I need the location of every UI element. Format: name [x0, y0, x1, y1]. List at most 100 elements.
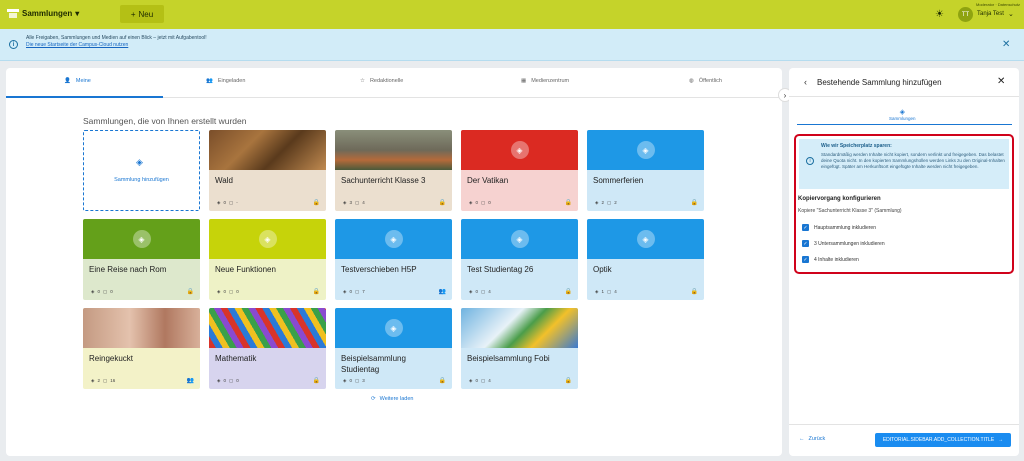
collection-image — [461, 308, 578, 348]
tab-label: Redaktionelle — [369, 78, 404, 84]
file-icon: ▢ — [480, 200, 486, 205]
card-count: - — [236, 200, 238, 205]
tab-label: Meine — [75, 78, 91, 84]
app-menu-dropdown[interactable]: Sammlungen ▾ — [22, 9, 79, 18]
storage-notice: i Wie wir Speicherplatz sparen: Standard… — [799, 139, 1009, 189]
card-title: Test Studientag 26 — [467, 265, 534, 274]
chevron-left-icon[interactable]: ‹ — [804, 77, 807, 87]
star-icon: ☆ — [360, 78, 365, 84]
user-name[interactable]: Tanja Test — [977, 11, 1004, 17]
card-count: 0 — [236, 289, 239, 294]
refresh-icon: ⟳ — [371, 396, 376, 402]
card-meta: ◈ 1 ▢ 4 — [595, 289, 617, 295]
tab-redaktionelle[interactable]: ☆ Redaktionelle — [360, 78, 403, 84]
banner-link[interactable]: Die neue Startseite der Campus-Cloud nut… — [26, 42, 128, 48]
layers-icon: ◈ — [469, 378, 473, 383]
tab-medienzentrum[interactable]: ▦ Medienzentrum — [521, 78, 569, 84]
file-icon: ▢ — [102, 289, 108, 294]
layers-icon: ◈ — [136, 157, 143, 167]
collection-card-sommerferien[interactable]: ◈ Sommerferien ◈ 2 ▢ 2 🔒 — [587, 130, 704, 211]
lock-icon: 🔒 — [312, 378, 320, 384]
close-icon[interactable]: ✕ — [997, 76, 1005, 87]
tab-label: Sammlungen — [889, 116, 916, 121]
file-icon: ▢ — [354, 200, 360, 205]
card-count: 0 — [349, 289, 352, 294]
card-count: 0 — [349, 378, 352, 383]
lock-icon: 🔒 — [312, 200, 320, 206]
new-button-label: Neu — [138, 9, 154, 19]
card-meta: ◈ 0 ▢ 3 — [343, 378, 365, 384]
divider — [789, 424, 1019, 425]
file-icon: ▢ — [228, 378, 234, 383]
collection-color-header: ◈ — [587, 130, 704, 170]
arrow-left-icon: ← — [799, 436, 805, 442]
section-title: Sammlungen, die von Ihnen erstellt wurde… — [83, 116, 247, 126]
lock-icon: 🔒 — [438, 378, 446, 384]
card-title: Sommerferien — [593, 176, 644, 185]
collection-card-beispiel-fobi[interactable]: Beispielsammlung Fobi ◈ 0 ▢ 4 🔒 — [461, 308, 578, 389]
file-icon: ▢ — [228, 289, 234, 294]
layers-icon: ◈ — [595, 200, 599, 205]
collection-card-vatikan[interactable]: ◈ Der Vatikan ◈ 0 ▢ 0 🔒 — [461, 130, 578, 211]
card-count: 0 — [475, 200, 478, 205]
layers-icon: ◈ — [91, 289, 95, 294]
layers-icon: ◈ — [258, 230, 277, 248]
card-count: 7 — [362, 289, 365, 294]
back-label: Zurück — [808, 436, 826, 442]
lock-icon: 🔒 — [690, 200, 698, 206]
card-count: 1 — [601, 289, 604, 294]
add-collection-button[interactable]: EDITORIAL.SIDEBAR.ADD_COLLECTION.TITLE → — [875, 433, 1011, 447]
add-collection-label: Sammlung hinzufügen — [114, 177, 169, 183]
load-more-label: Weitere laden — [379, 396, 414, 402]
collection-color-header: ◈ — [335, 219, 452, 259]
user-menu-chevron-icon[interactable]: ⌄ — [1008, 10, 1014, 18]
avatar[interactable]: TT — [958, 7, 973, 22]
layers-icon: ◈ — [217, 378, 221, 383]
checkbox-inhalte[interactable]: ✓ 4 Inhalte inkludieren — [802, 256, 859, 263]
load-more-button[interactable]: ⟳ Weitere laden — [371, 396, 413, 402]
card-count: 4 — [614, 289, 617, 294]
plus-icon: + — [130, 9, 136, 19]
layers-icon: ◈ — [469, 289, 473, 294]
card-count: 4 — [488, 378, 491, 383]
tab-oeffentlich[interactable]: ◍ Öffentlich — [689, 78, 722, 84]
collection-card-mathematik[interactable]: Mathematik ◈ 0 ▢ 0 🔒 — [209, 308, 326, 389]
people-icon: 👥 — [206, 78, 213, 84]
collection-card-beispiel-studientag[interactable]: ◈ Beispielsammlung Studientag ◈ 0 ▢ 3 🔒 — [335, 308, 452, 389]
theme-toggle-icon[interactable]: ☀ — [935, 9, 946, 20]
card-meta: ◈ 2 ▢ 2 — [595, 200, 617, 206]
collection-card-wald[interactable]: Wald ◈ 0 ▢ - 🔒 — [209, 130, 326, 211]
card-count: 0 — [97, 289, 100, 294]
tab-eingeladen[interactable]: 👥 Eingeladen — [206, 78, 245, 84]
checkmark-icon: ✓ — [802, 256, 809, 263]
arrow-right-icon: → — [998, 437, 1004, 443]
card-meta: ◈ 0 ▢ 0 — [91, 289, 113, 295]
collection-card-rom[interactable]: ◈ Eine Reise nach Rom ◈ 0 ▢ 0 🔒 — [83, 219, 200, 300]
checkbox-hauptsammlung[interactable]: ✓ Hauptsammlung inkludieren — [802, 224, 876, 231]
card-count: 0 — [223, 378, 226, 383]
lock-icon: 🔒 — [186, 289, 194, 295]
new-button[interactable]: + Neu — [120, 5, 164, 23]
checkbox-untersammlungen[interactable]: ✓ 3 Untersammlungen inkludieren — [802, 240, 885, 247]
file-icon: ▢ — [228, 200, 234, 205]
collection-card-reingekuckt[interactable]: Reingekuckt ◈ 2 ▢ 16 👥 — [83, 308, 200, 389]
tab-meine[interactable]: 👤 Meine — [64, 78, 91, 84]
collection-card-sachunterricht[interactable]: Sachunterricht Klasse 3 ◈ 3 ▢ 4 🔒 — [335, 130, 452, 211]
card-title: Optik — [593, 265, 612, 274]
collection-color-header: ◈ — [83, 219, 200, 259]
close-icon[interactable]: ✕ — [1002, 39, 1010, 50]
layers-icon: ◈ — [384, 230, 403, 248]
layers-icon: ◈ — [343, 378, 347, 383]
card-count: 0 — [223, 200, 226, 205]
card-title: Testverschieben H5P — [341, 265, 417, 274]
collection-card-optik[interactable]: ◈ Optik ◈ 1 ▢ 4 🔒 — [587, 219, 704, 300]
layers-icon: ◈ — [91, 378, 95, 383]
back-button[interactable]: ← Zurück — [799, 436, 825, 442]
collection-card-testverschieben[interactable]: ◈ Testverschieben H5P ◈ 0 ▢ 7 👥 — [335, 219, 452, 300]
layers-icon: ◈ — [384, 319, 403, 337]
add-collection-card[interactable]: ◈ Sammlung hinzufügen — [83, 130, 200, 211]
tab-sammlungen[interactable]: ◈ Sammlungen — [889, 108, 916, 121]
collection-card-neue-funktionen[interactable]: ◈ Neue Funktionen ◈ 0 ▢ 0 🔒 — [209, 219, 326, 300]
file-icon: ▢ — [354, 289, 360, 294]
collection-card-studientag-26[interactable]: ◈ Test Studientag 26 ◈ 0 ▢ 4 🔒 — [461, 219, 578, 300]
